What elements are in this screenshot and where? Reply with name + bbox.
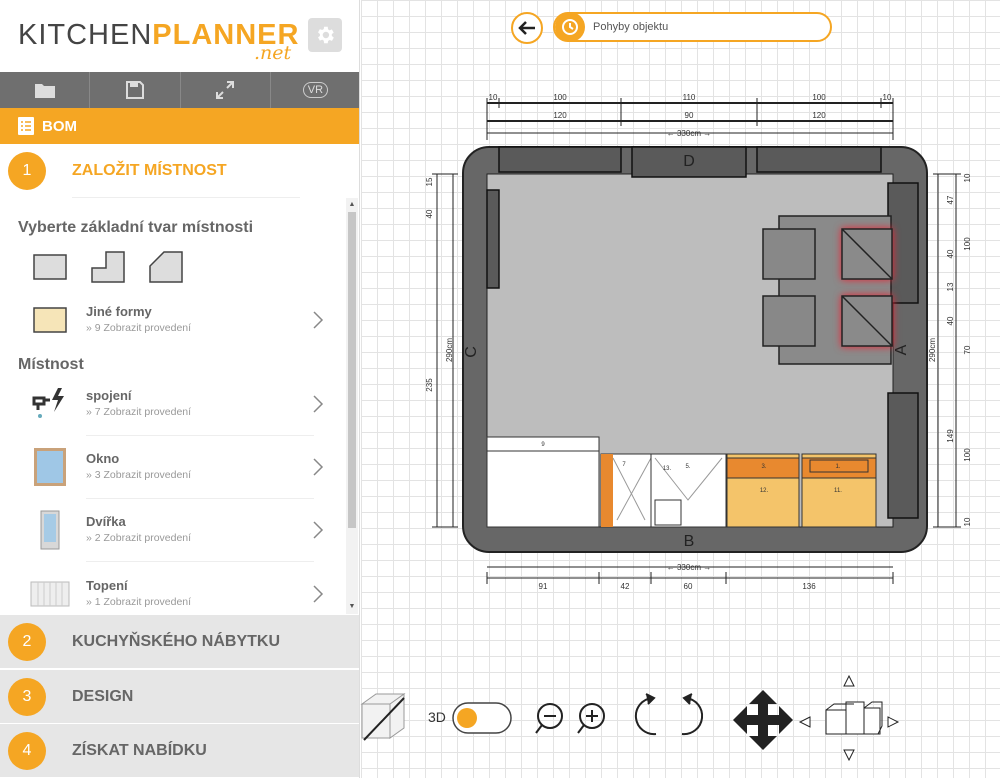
- cab-12: 12.: [760, 488, 769, 494]
- toggle-3d[interactable]: [452, 702, 512, 734]
- dim-top-7: 90: [685, 111, 694, 120]
- dim-right-5: 13: [946, 282, 955, 291]
- dim-total-height-left: 290cm: [445, 338, 454, 362]
- wall-a-label: A: [893, 344, 910, 355]
- dim-top-4: 100: [812, 93, 826, 102]
- dim-total-height-right: 290cm: [928, 338, 937, 362]
- zoom-out-icon[interactable]: [535, 703, 563, 734]
- dim-bottom-2: 42: [621, 582, 630, 591]
- label-3d: 3D: [428, 709, 446, 725]
- back-button[interactable]: [511, 12, 543, 44]
- dim-total-width-bottom: ← 330cm →: [667, 563, 711, 572]
- dim-top-5: 10: [883, 93, 892, 102]
- cab-5: 5.: [685, 464, 690, 470]
- dim-top-6: 120: [553, 111, 567, 120]
- dim-right-9: 100: [963, 448, 972, 462]
- dim-left-1: 15: [425, 177, 434, 186]
- dim-right-4: 40: [946, 249, 955, 258]
- arrow-left-icon: [518, 21, 535, 35]
- dim-total-width-top: ← 330cm →: [667, 129, 711, 138]
- dim-bottom-4: 136: [802, 582, 816, 591]
- dim-right-1: 10: [963, 173, 972, 182]
- wall-c-label: C: [463, 346, 480, 358]
- dim-right-10: 10: [963, 517, 972, 526]
- cab-13: 13.: [663, 466, 672, 472]
- dim-top-2: 100: [553, 93, 567, 102]
- dim-top-3: 110: [683, 93, 696, 102]
- zoom-in-icon[interactable]: [577, 703, 605, 734]
- cab-1: 1.: [835, 464, 840, 470]
- rotate-left-icon[interactable]: [634, 693, 657, 736]
- dim-bottom-3: 60: [684, 582, 693, 591]
- dim-right-2: 47: [946, 195, 955, 204]
- dim-right-6: 40: [946, 316, 955, 325]
- dim-left-2: 40: [425, 209, 434, 218]
- cab-3: 3.: [761, 464, 766, 470]
- dim-top-1: 10: [489, 93, 498, 102]
- view-cube-left-icon[interactable]: [360, 693, 406, 741]
- rotate-right-icon[interactable]: [681, 693, 704, 736]
- history-label: Pohyby objektu: [593, 21, 669, 33]
- dim-right-8: 149: [946, 429, 955, 443]
- view-cube-icon[interactable]: [798, 674, 900, 762]
- dim-right-7: 70: [963, 345, 972, 354]
- wall-d-label: D: [683, 153, 695, 170]
- history-icon: [555, 12, 585, 42]
- dim-right-3: 100: [963, 237, 972, 251]
- dim-bottom-1: 91: [539, 582, 548, 591]
- wall-b-label: B: [684, 533, 695, 550]
- dim-left-3: 235: [425, 378, 434, 392]
- history-dropdown[interactable]: Pohyby objektu: [553, 12, 832, 42]
- pan-arrows-icon[interactable]: [733, 690, 793, 750]
- floor-plan: 10 100 110 100 10 120 90 120 ← 330cm → D…: [360, 93, 972, 762]
- cab-11: 11.: [834, 488, 842, 494]
- dim-top-8: 120: [812, 111, 826, 120]
